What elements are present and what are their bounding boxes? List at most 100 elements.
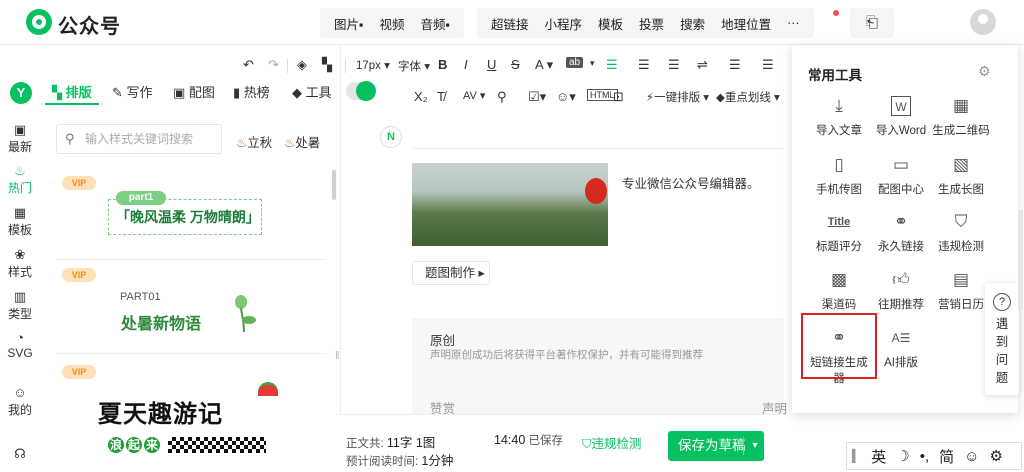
rail-type[interactable]: ▥ 类型: [0, 289, 40, 322]
font-size-select[interactable]: 17px ▾: [356, 58, 390, 72]
align-center-icon[interactable]: ☰: [638, 57, 650, 73]
read-time: 预计阅读时间: 1分钟: [346, 454, 454, 468]
menu-more[interactable]: ···: [779, 16, 808, 30]
undo-icon[interactable]: ↶: [243, 57, 254, 73]
emoji-icon[interactable]: ☺▾: [556, 89, 576, 105]
tool-qrcode[interactable]: ▦ 生成二维码: [928, 96, 994, 138]
preview-icon[interactable]: ⎗: [850, 8, 894, 38]
notification-dot: [833, 10, 839, 16]
strikethrough-button[interactable]: S: [511, 57, 520, 72]
rail-svg[interactable]: ◔ SVG: [0, 330, 40, 360]
ime-lang-toggle[interactable]: 英: [866, 446, 891, 467]
menu-search[interactable]: 搜索: [672, 14, 713, 33]
menu-template[interactable]: 模板: [590, 14, 631, 33]
style-search-input[interactable]: ⚲ 输入样式关键词搜索: [56, 124, 222, 154]
list-icon[interactable]: ☰: [762, 57, 774, 73]
tool-title-score[interactable]: Title 标题评分: [806, 212, 872, 254]
magic-wand-icon[interactable]: ⚲: [497, 89, 507, 105]
font-family-select[interactable]: 字体 ▾: [398, 58, 430, 74]
original-section: [412, 318, 784, 414]
one-click-layout[interactable]: ⚡一键排版 ▾: [646, 89, 709, 105]
palette-icon: ❀: [14, 247, 26, 262]
gear-icon[interactable]: ⚙: [978, 63, 991, 80]
menu-image[interactable]: 图片▪: [326, 14, 371, 33]
align-right-icon[interactable]: ☰: [668, 57, 680, 73]
shield-icon: ⛉: [582, 437, 592, 451]
tool-permalink[interactable]: ⚭ 永久链接: [868, 212, 934, 254]
hot-tag-chushu[interactable]: ♨处暑: [284, 132, 320, 151]
word-icon: W: [891, 96, 911, 116]
clear-format-icon[interactable]: T̸: [437, 89, 445, 104]
tool-violation-check[interactable]: ⛉ 违规检测: [928, 212, 994, 254]
user-avatar[interactable]: [970, 9, 996, 35]
tool-long-image[interactable]: ▧ 生成长图: [928, 155, 994, 197]
thumbs-up-icon: 👍︎: [892, 270, 910, 289]
briefcase-icon[interactable]: ⊡: [613, 89, 624, 105]
calendar-icon: ▤: [952, 270, 970, 289]
check-link[interactable]: ⛉违规检测: [582, 433, 641, 452]
tool-image-center[interactable]: ▭ 配图中心: [868, 155, 934, 197]
menu-vote[interactable]: 投票: [631, 14, 672, 33]
align-left-icon[interactable]: ☰: [606, 57, 618, 73]
menu-audio[interactable]: 音频▪: [412, 14, 457, 33]
title-icon: Title: [827, 216, 851, 228]
panel-toggle[interactable]: [346, 81, 376, 101]
help-button[interactable]: ? 遇 到 问 题: [985, 283, 1019, 395]
long-image-icon: ▧: [952, 155, 970, 174]
tab-tools[interactable]: ◆ 工具: [292, 82, 332, 101]
style-card-2[interactable]: [56, 262, 326, 354]
top-bar: 公众号 图片▪ 视频 音频▪ 超链接 小程序 模板 投票 搜索 地理位置 ···…: [0, 0, 1024, 45]
bg-color-dropdown[interactable]: ▾: [590, 58, 595, 69]
menu-location[interactable]: 地理位置: [713, 14, 779, 33]
tab-images[interactable]: ▣ 配图: [173, 82, 215, 101]
page-scrollbar[interactable]: [1018, 210, 1023, 310]
cover-make-button[interactable]: 题图制作 ▸: [412, 261, 490, 285]
italic-button[interactable]: I: [464, 57, 468, 72]
panel-scrollbar[interactable]: [332, 170, 336, 200]
bold-button[interactable]: B: [438, 57, 447, 72]
menu-miniprogram[interactable]: 小程序: [537, 14, 591, 33]
tab-layout[interactable]: ▚ 排版: [52, 82, 92, 101]
chart-icon[interactable]: ☑▾: [528, 89, 546, 105]
settings-icon[interactable]: ⚙: [984, 447, 1007, 465]
tab-hotlist[interactable]: ▮ 热榜: [233, 82, 270, 101]
tool-channel-code[interactable]: ▩ 渠道码: [806, 270, 872, 312]
line-height-icon[interactable]: ☰: [729, 57, 741, 73]
headset-icon[interactable]: ☊: [0, 446, 40, 462]
rail-latest[interactable]: ▣ 最新: [0, 122, 40, 155]
tool-past-recommend[interactable]: 👍︎ 往期推荐: [868, 270, 934, 312]
save-dropdown-button[interactable]: ▾: [746, 431, 764, 461]
punct-icon[interactable]: •,: [915, 448, 934, 465]
tab-writing[interactable]: ✎ 写作: [112, 82, 153, 101]
smile-icon[interactable]: ☺: [959, 448, 984, 465]
media-menu-group: 图片▪ 视频 音频▪: [320, 8, 464, 38]
menu-hyperlink[interactable]: 超链接: [483, 14, 537, 33]
rail-style[interactable]: ❀ 样式: [0, 247, 40, 280]
moon-icon[interactable]: ☽: [891, 447, 914, 465]
cover-summary[interactable]: 专业微信公众号编辑器。: [622, 173, 760, 192]
bg-color-button[interactable]: ab: [566, 57, 584, 68]
font-color-button[interactable]: A ▾: [535, 57, 553, 73]
underline-button[interactable]: U: [487, 57, 496, 72]
tool-ai-layout[interactable]: A☰ AI排版: [868, 328, 934, 370]
tool-phone-upload[interactable]: ▯ 手机传图: [806, 155, 872, 197]
rail-hot[interactable]: ♨ 热门: [0, 163, 40, 196]
menu-video[interactable]: 视频: [371, 14, 412, 33]
rail-template[interactable]: ▦ 模板: [0, 205, 40, 238]
ime-simplified-toggle[interactable]: 简: [934, 446, 959, 467]
divider: [345, 59, 346, 73]
subscript-icon[interactable]: X₂: [414, 89, 428, 104]
highlight-line[interactable]: ◆重点划线 ▾: [716, 89, 780, 105]
hot-tag-liqiu[interactable]: ♨立秋: [236, 132, 272, 151]
ime-handle[interactable]: ▍: [847, 449, 866, 463]
rail-mine[interactable]: ☺ 我的: [0, 385, 40, 418]
tool-import-word[interactable]: W 导入Word: [868, 96, 934, 138]
indent-icon[interactable]: ⇌: [697, 57, 708, 73]
eraser-icon[interactable]: ◈: [297, 57, 307, 73]
letter-spacing-icon[interactable]: AV ▾: [463, 89, 485, 102]
redo-icon[interactable]: ↷: [268, 57, 279, 73]
format-painter-icon[interactable]: ▚: [322, 57, 332, 73]
resize-handle[interactable]: ‖: [335, 350, 340, 362]
cover-image[interactable]: [412, 163, 608, 246]
tool-import-article[interactable]: ⤓ 导入文章: [806, 96, 872, 138]
